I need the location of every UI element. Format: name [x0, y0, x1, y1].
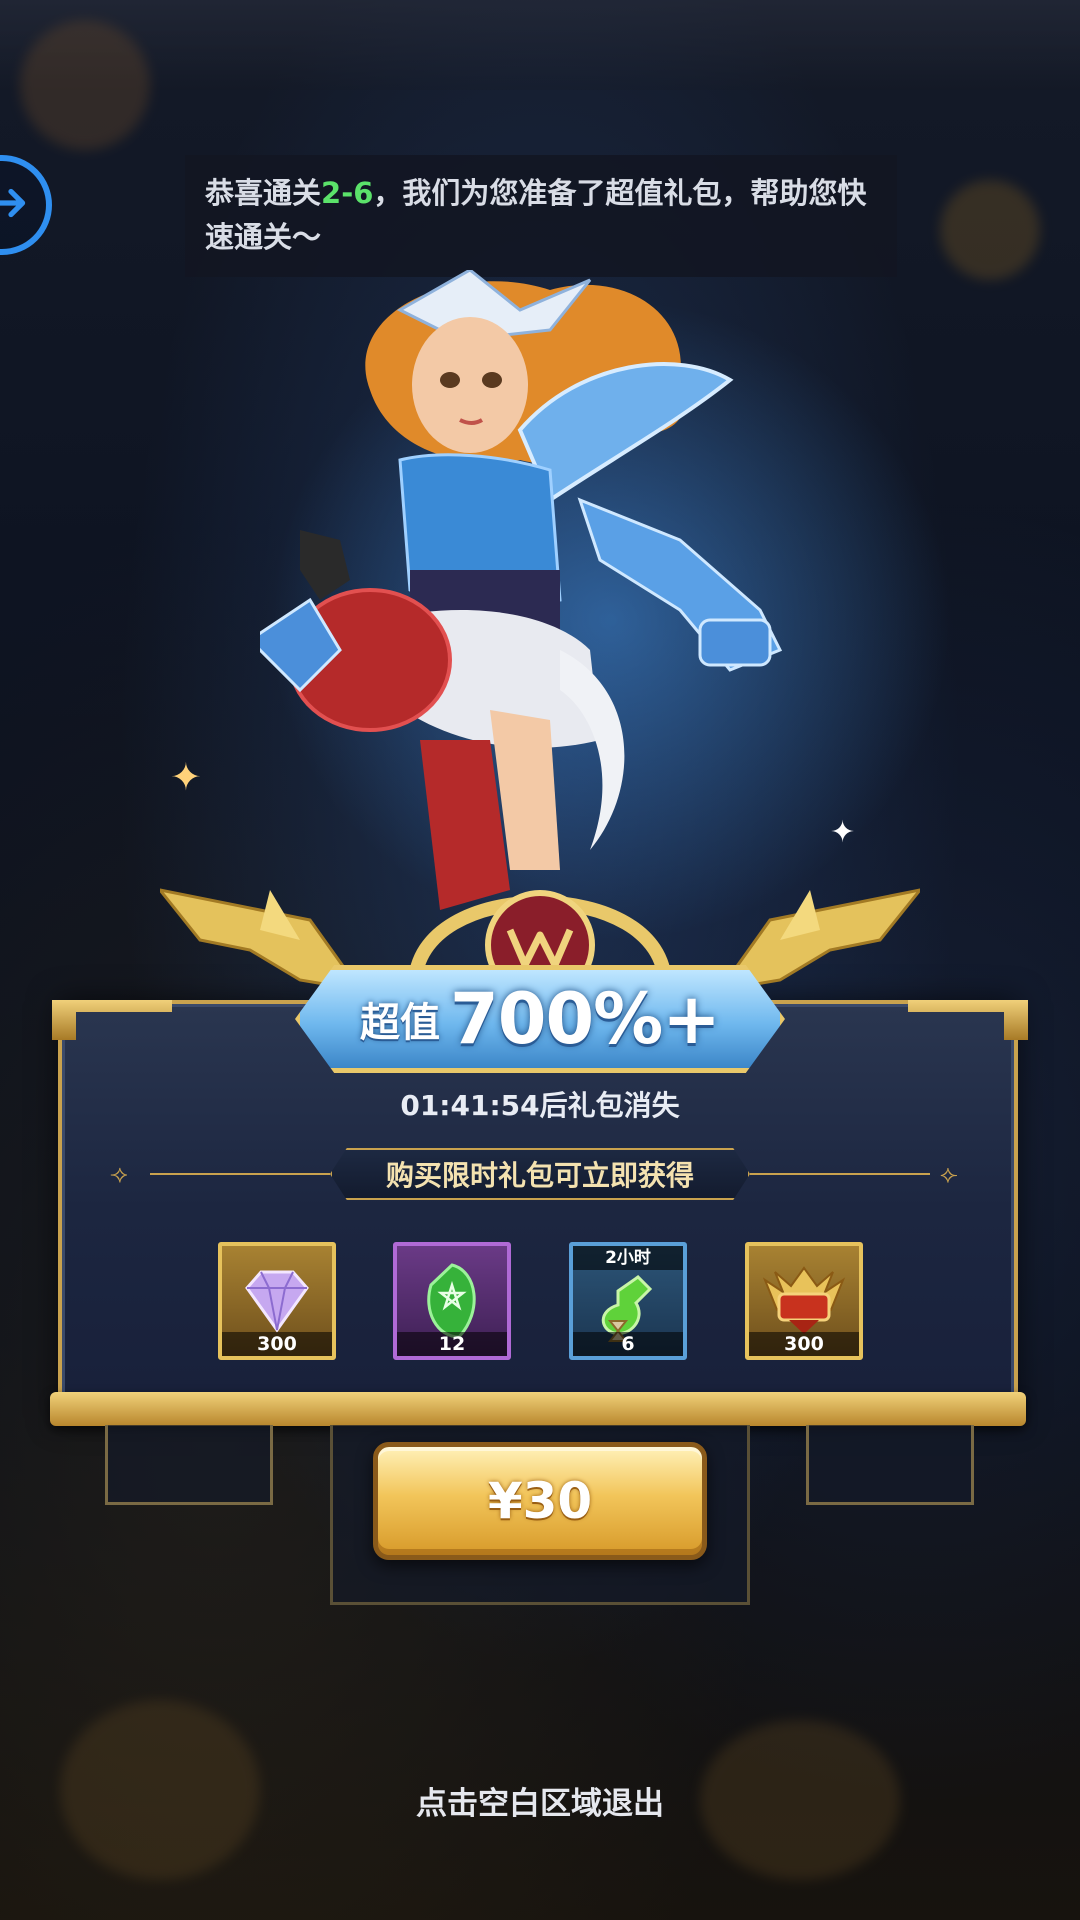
divider-line-right	[750, 1173, 930, 1175]
message-prefix: 恭喜通关	[205, 176, 322, 210]
reward-item-rune-stone[interactable]: 12	[393, 1242, 511, 1360]
divider-line-left	[150, 1173, 330, 1175]
congrats-message: 恭喜通关2-6，我们为您准备了超值礼包，帮助您快速通关～	[185, 155, 897, 277]
flourish-right-icon: ⟣	[940, 1160, 958, 1188]
buy-price-button[interactable]: ¥30	[373, 1442, 707, 1560]
item-count: 300	[222, 1332, 332, 1356]
background-blob	[940, 180, 1040, 280]
subtitle-row: ⟢ ⟣ 购买限时礼包可立即获得	[110, 1148, 970, 1200]
lower-frame-right	[806, 1425, 974, 1505]
sparkle-icon: ✦	[170, 755, 202, 799]
tap-to-exit-hint[interactable]: 点击空白区域退出	[0, 1778, 1080, 1823]
item-count: 6	[573, 1332, 683, 1356]
value-number: 700%+	[450, 978, 721, 1060]
dimmed-top-bar	[0, 0, 1080, 90]
reward-item-diamond[interactable]: 300	[218, 1242, 336, 1360]
item-count: 300	[749, 1332, 859, 1356]
panel-bottom-rim	[50, 1392, 1026, 1426]
flourish-left-icon: ⟢	[110, 1160, 128, 1188]
arrow-right-circle-icon	[0, 182, 32, 228]
value-banner: 超值 700%+	[295, 965, 785, 1073]
subtitle-label: 购买限时礼包可立即获得	[330, 1148, 750, 1200]
sparkle-icon: ✦	[830, 815, 856, 850]
background-blob	[20, 20, 150, 150]
value-label: 超值	[360, 1000, 441, 1046]
item-count: 12	[397, 1332, 507, 1356]
countdown-timer: 01:41:54后礼包消失	[400, 1089, 680, 1122]
reward-item-potion[interactable]: 2小时 6	[569, 1242, 687, 1360]
stage-number: 2-6	[321, 176, 374, 210]
lower-frame-left	[105, 1425, 273, 1505]
reward-item-vip[interactable]: 300	[745, 1242, 863, 1360]
